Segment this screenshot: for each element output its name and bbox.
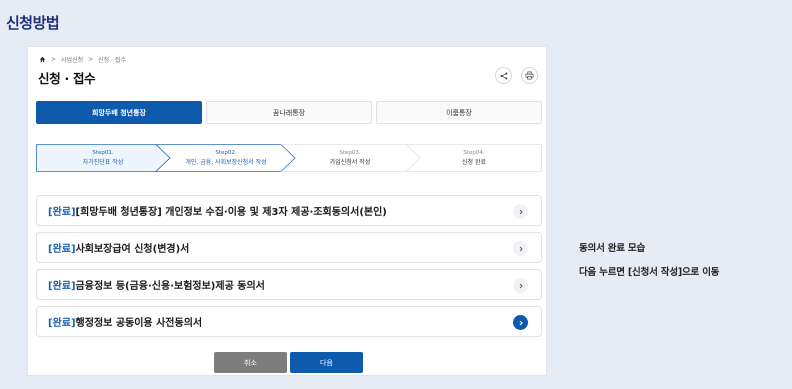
status-label: [완료] (48, 207, 76, 218)
consent-item-social-security[interactable]: [완료] 사회보장급여 신청(변경)서 (36, 232, 542, 263)
chevron-right-icon[interactable] (513, 204, 528, 219)
cancel-button[interactable]: 취소 (214, 352, 287, 373)
status-label: [완료] (48, 318, 76, 329)
step-label: 개인, 금융, 사회보장신청서 작성 (185, 159, 267, 166)
chevron-right-icon[interactable] (513, 241, 528, 256)
consent-title: 금융정보 등(금융·신용·보험정보)제공 동의서 (75, 281, 265, 292)
consent-title: 사회보장급여 신청(변경)서 (75, 244, 190, 255)
print-button[interactable] (521, 67, 538, 84)
program-tabs: 희망두배 청년통장 꿈나래통장 이룸통장 (36, 101, 542, 124)
step-1: Step01. 자가진단표 작성 (42, 149, 164, 167)
step-number: Step01. (92, 150, 114, 156)
breadcrumb-item[interactable]: 신청 · 접수 (98, 55, 126, 64)
breadcrumb: > 사업신청 > 신청 · 접수 (39, 55, 126, 64)
step-2: Step02. 개인, 금융, 사회보장신청서 작성 (165, 149, 287, 167)
step-number: Step04. (463, 150, 485, 156)
consent-item-financial-info[interactable]: [완료] 금융정보 등(금융·신용·보험정보)제공 동의서 (36, 269, 542, 300)
breadcrumb-item[interactable]: 사업신청 (61, 55, 83, 64)
breadcrumb-separator: > (51, 56, 57, 63)
chevron-right-icon[interactable] (513, 278, 528, 293)
step-number: Step03. (339, 150, 361, 156)
consent-item-personal-info[interactable]: [완료] [희망두배 청년통장] 개인정보 수집·이용 및 제3자 제공·조회동… (36, 195, 542, 226)
breadcrumb-separator: > (88, 56, 94, 63)
annotation-note: 다음 누르면 [신청서 작성]으로 이동 (579, 267, 720, 278)
step-label: 가입신청서 작성 (329, 159, 371, 166)
next-button[interactable]: 다음 (290, 352, 363, 373)
consent-title: 행정정보 공동이용 사전동의서 (75, 318, 203, 329)
annotation-note: 동의서 완료 모습 (579, 243, 645, 254)
step-4: Step04. 신청 완료 (413, 149, 535, 167)
tab-hope-double[interactable]: 희망두배 청년통장 (36, 101, 202, 124)
status-label: [완료] (48, 281, 76, 292)
tab-kkumnarae[interactable]: 꿈나래통장 (206, 101, 372, 124)
page-title: 신청 · 접수 (38, 71, 96, 86)
slide-title: 신청방법 (6, 14, 60, 32)
step-number: Step02. (215, 150, 237, 156)
step-3: Step03. 가입신청서 작성 (289, 149, 411, 167)
print-icon (525, 71, 534, 80)
chevron-right-icon[interactable] (513, 315, 528, 330)
consent-title: [희망두배 청년통장] 개인정보 수집·이용 및 제3자 제공·조회동의서(본인… (75, 207, 387, 218)
home-icon[interactable] (39, 56, 46, 63)
step-label: 신청 완료 (462, 159, 486, 166)
tab-irum[interactable]: 이룸통장 (376, 101, 542, 124)
share-icon (500, 72, 507, 79)
step-label: 자가진단표 작성 (82, 159, 124, 166)
step-progress: Step01. 자가진단표 작성 Step02. 개인, 금융, 사회보장신청서… (36, 144, 542, 172)
application-screen: > 사업신청 > 신청 · 접수 신청 · 접수 희망두배 청년통장 꿈나래통장… (27, 46, 547, 376)
status-label: [완료] (48, 244, 76, 255)
consent-item-admin-info[interactable]: [완료] 행정정보 공동이용 사전동의서 (36, 306, 542, 337)
share-button[interactable] (495, 67, 512, 84)
